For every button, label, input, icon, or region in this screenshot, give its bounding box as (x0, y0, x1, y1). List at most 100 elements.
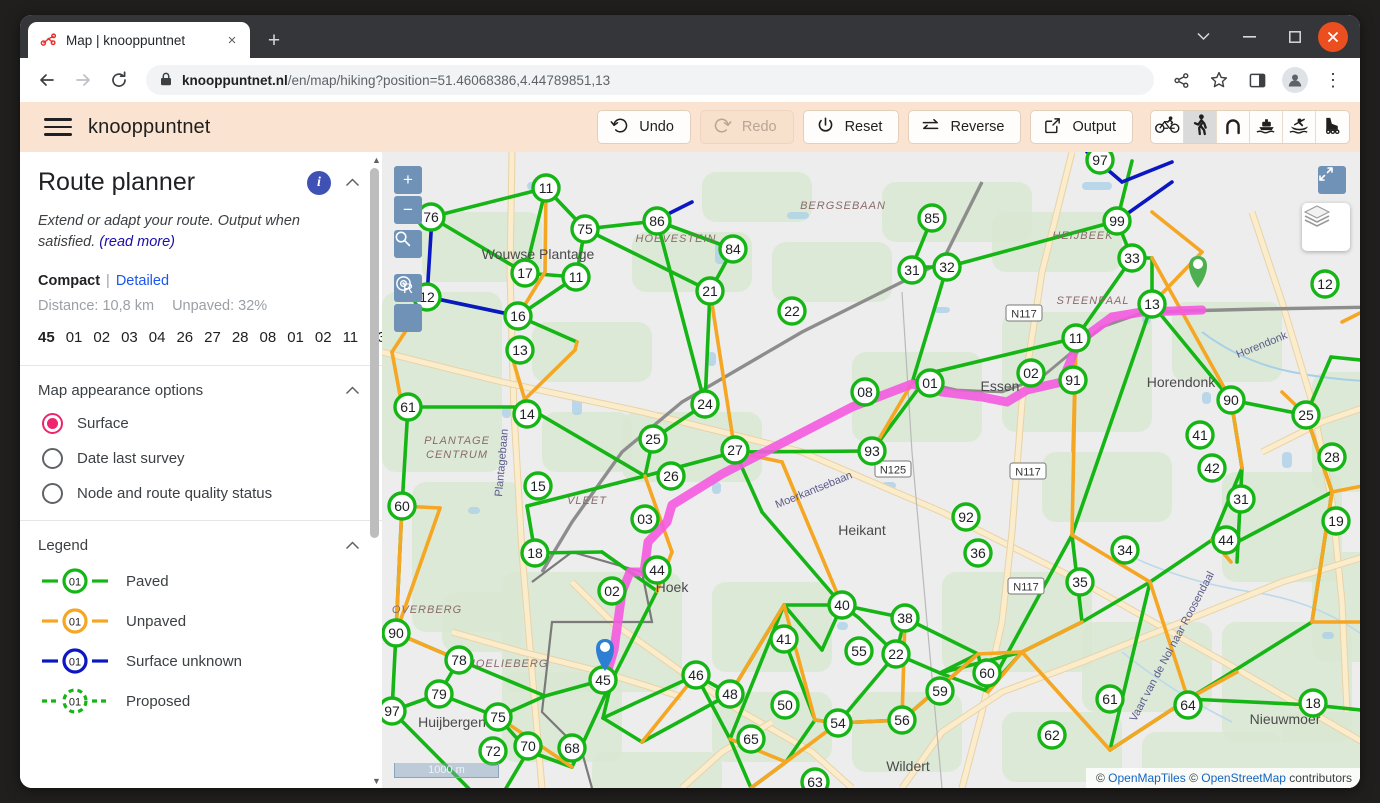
zoom-out-button[interactable]: − (394, 196, 422, 224)
tab-search-chevron-icon[interactable] (1180, 15, 1226, 58)
map-node-50[interactable]: 50 (770, 690, 800, 720)
forward-button[interactable] (66, 63, 100, 97)
map-node-12[interactable]: 12 (1310, 269, 1340, 299)
map-node-97[interactable]: 97 (1085, 152, 1115, 175)
mode-motorboat-button[interactable] (1250, 111, 1283, 143)
map-node-35[interactable]: 35 (1065, 567, 1095, 597)
map-node-75[interactable]: 75 (483, 702, 513, 732)
map-node-24[interactable]: 24 (690, 389, 720, 419)
map-node-61[interactable]: 61 (393, 392, 423, 422)
share-icon[interactable] (1164, 63, 1198, 97)
map-node-11[interactable]: 11 (531, 173, 561, 203)
map-node-72[interactable]: 72 (478, 736, 508, 766)
route-node-2[interactable]: 02 (93, 329, 110, 346)
info-icon[interactable]: i (307, 170, 331, 195)
map-node-25[interactable]: 25 (638, 424, 668, 454)
map-node-64[interactable]: 64 (1173, 690, 1203, 720)
map-node-42[interactable]: 42 (1197, 453, 1227, 483)
map-node-70[interactable]: 70 (513, 731, 543, 761)
map-node-02[interactable]: 02 (597, 576, 627, 606)
map-node-93[interactable]: 93 (857, 436, 887, 466)
map-node-22[interactable]: 22 (881, 639, 911, 669)
address-bar[interactable]: knooppuntnet.nl/en/map/hiking?position=5… (146, 65, 1154, 95)
new-tab-button[interactable]: + (260, 26, 288, 54)
reload-button[interactable] (102, 63, 136, 97)
view-compact-label[interactable]: Compact (38, 273, 100, 289)
collapse-map-appearance-icon[interactable] (345, 383, 360, 398)
openmaptiles-link[interactable]: OpenMapTiles (1108, 771, 1186, 785)
map-node-02[interactable]: 02 (1016, 358, 1046, 388)
map-node-08[interactable]: 08 (850, 377, 880, 407)
map-node-44[interactable]: 44 (1211, 525, 1241, 555)
map-node-91[interactable]: 91 (1058, 365, 1088, 395)
map-node-41[interactable]: 41 (769, 624, 799, 654)
map-node-31[interactable]: 31 (1226, 484, 1256, 514)
route-node-1[interactable]: 01 (66, 329, 83, 346)
map-node-28[interactable]: 28 (1317, 442, 1347, 472)
profile-avatar[interactable] (1282, 67, 1308, 93)
map-node-46[interactable]: 46 (681, 660, 711, 690)
map-node-84[interactable]: 84 (718, 234, 748, 264)
map-node-13[interactable]: 13 (505, 335, 535, 365)
route-node-9[interactable]: 01 (287, 329, 304, 346)
map-node-90[interactable]: 90 (1216, 385, 1246, 415)
map-node-16[interactable]: 16 (503, 301, 533, 331)
view-detailed-link[interactable]: Detailed (116, 273, 169, 289)
route-node-4[interactable]: 04 (149, 329, 166, 346)
map-node-45[interactable]: 45 (588, 665, 618, 695)
mode-inline-skating-button[interactable] (1316, 111, 1349, 143)
collapse-route-planner-icon[interactable] (345, 175, 360, 190)
map-node-85[interactable]: 85 (917, 203, 947, 233)
map-node-61[interactable]: 61 (1095, 684, 1125, 714)
route-node-7[interactable]: 28 (232, 329, 249, 346)
route-node-3[interactable]: 03 (121, 329, 138, 346)
map-node-40[interactable]: 40 (827, 590, 857, 620)
map-node-62[interactable]: 62 (1037, 720, 1067, 750)
map-node-86[interactable]: 86 (642, 206, 672, 236)
close-icon[interactable]: × (223, 31, 241, 49)
mode-horse-riding-button[interactable] (1217, 111, 1250, 143)
map-node-26[interactable]: 26 (656, 461, 686, 491)
reset-button[interactable]: Reset (802, 110, 900, 144)
map-node-48[interactable]: 48 (715, 679, 745, 709)
minimize-button[interactable] (1226, 15, 1272, 58)
appearance-option-0[interactable]: Surface (42, 413, 360, 435)
route-node-8[interactable]: 08 (260, 329, 277, 346)
redo-button[interactable]: Redo (699, 110, 794, 144)
radio-button-0[interactable] (42, 413, 63, 435)
route-node-10[interactable]: 02 (315, 329, 332, 346)
appearance-option-1[interactable]: Date last survey (42, 448, 360, 470)
map-node-60[interactable]: 60 (972, 658, 1002, 688)
map-node-25[interactable]: 25 (1291, 400, 1321, 430)
scroll-down-arrow[interactable]: ▼ (371, 775, 382, 786)
undo-button[interactable]: Undo (597, 110, 691, 144)
map-node-14[interactable]: 14 (512, 399, 542, 429)
appearance-option-2[interactable]: Node and route quality status (42, 483, 360, 505)
map-node-32[interactable]: 32 (932, 252, 962, 282)
layers-icon[interactable] (1302, 203, 1350, 251)
map-node-33[interactable]: 33 (1117, 243, 1147, 273)
scrollbar-thumb[interactable] (370, 168, 379, 538)
zoom-in-button[interactable]: + (394, 166, 422, 194)
map-node-44[interactable]: 44 (642, 555, 672, 585)
map-node-92[interactable]: 92 (951, 502, 981, 532)
map-node-11[interactable]: 11 (1061, 323, 1091, 353)
route-node-6[interactable]: 27 (204, 329, 221, 346)
map-node-03[interactable]: 03 (630, 504, 660, 534)
map-node-56[interactable]: 56 (887, 705, 917, 735)
sidebar-scrollbar[interactable] (370, 154, 379, 786)
map-node-60[interactable]: 60 (387, 491, 417, 521)
map-node-19[interactable]: 19 (1321, 506, 1351, 536)
map-node-79[interactable]: 79 (424, 679, 454, 709)
read-more-link[interactable]: (read more) (99, 234, 175, 250)
browser-menu-icon[interactable]: ⋮ (1316, 63, 1350, 97)
search-icon[interactable] (394, 230, 422, 258)
map-node-38[interactable]: 38 (890, 603, 920, 633)
map-node-22[interactable]: 22 (777, 296, 807, 326)
mode-hiking-button[interactable] (1184, 111, 1217, 143)
map-node-18[interactable]: 18 (520, 538, 550, 568)
map-node-21[interactable]: 21 (695, 276, 725, 306)
map-node-90[interactable]: 90 (382, 618, 411, 648)
hamburger-menu-icon[interactable] (38, 110, 78, 144)
map-node-68[interactable]: 68 (557, 733, 587, 763)
